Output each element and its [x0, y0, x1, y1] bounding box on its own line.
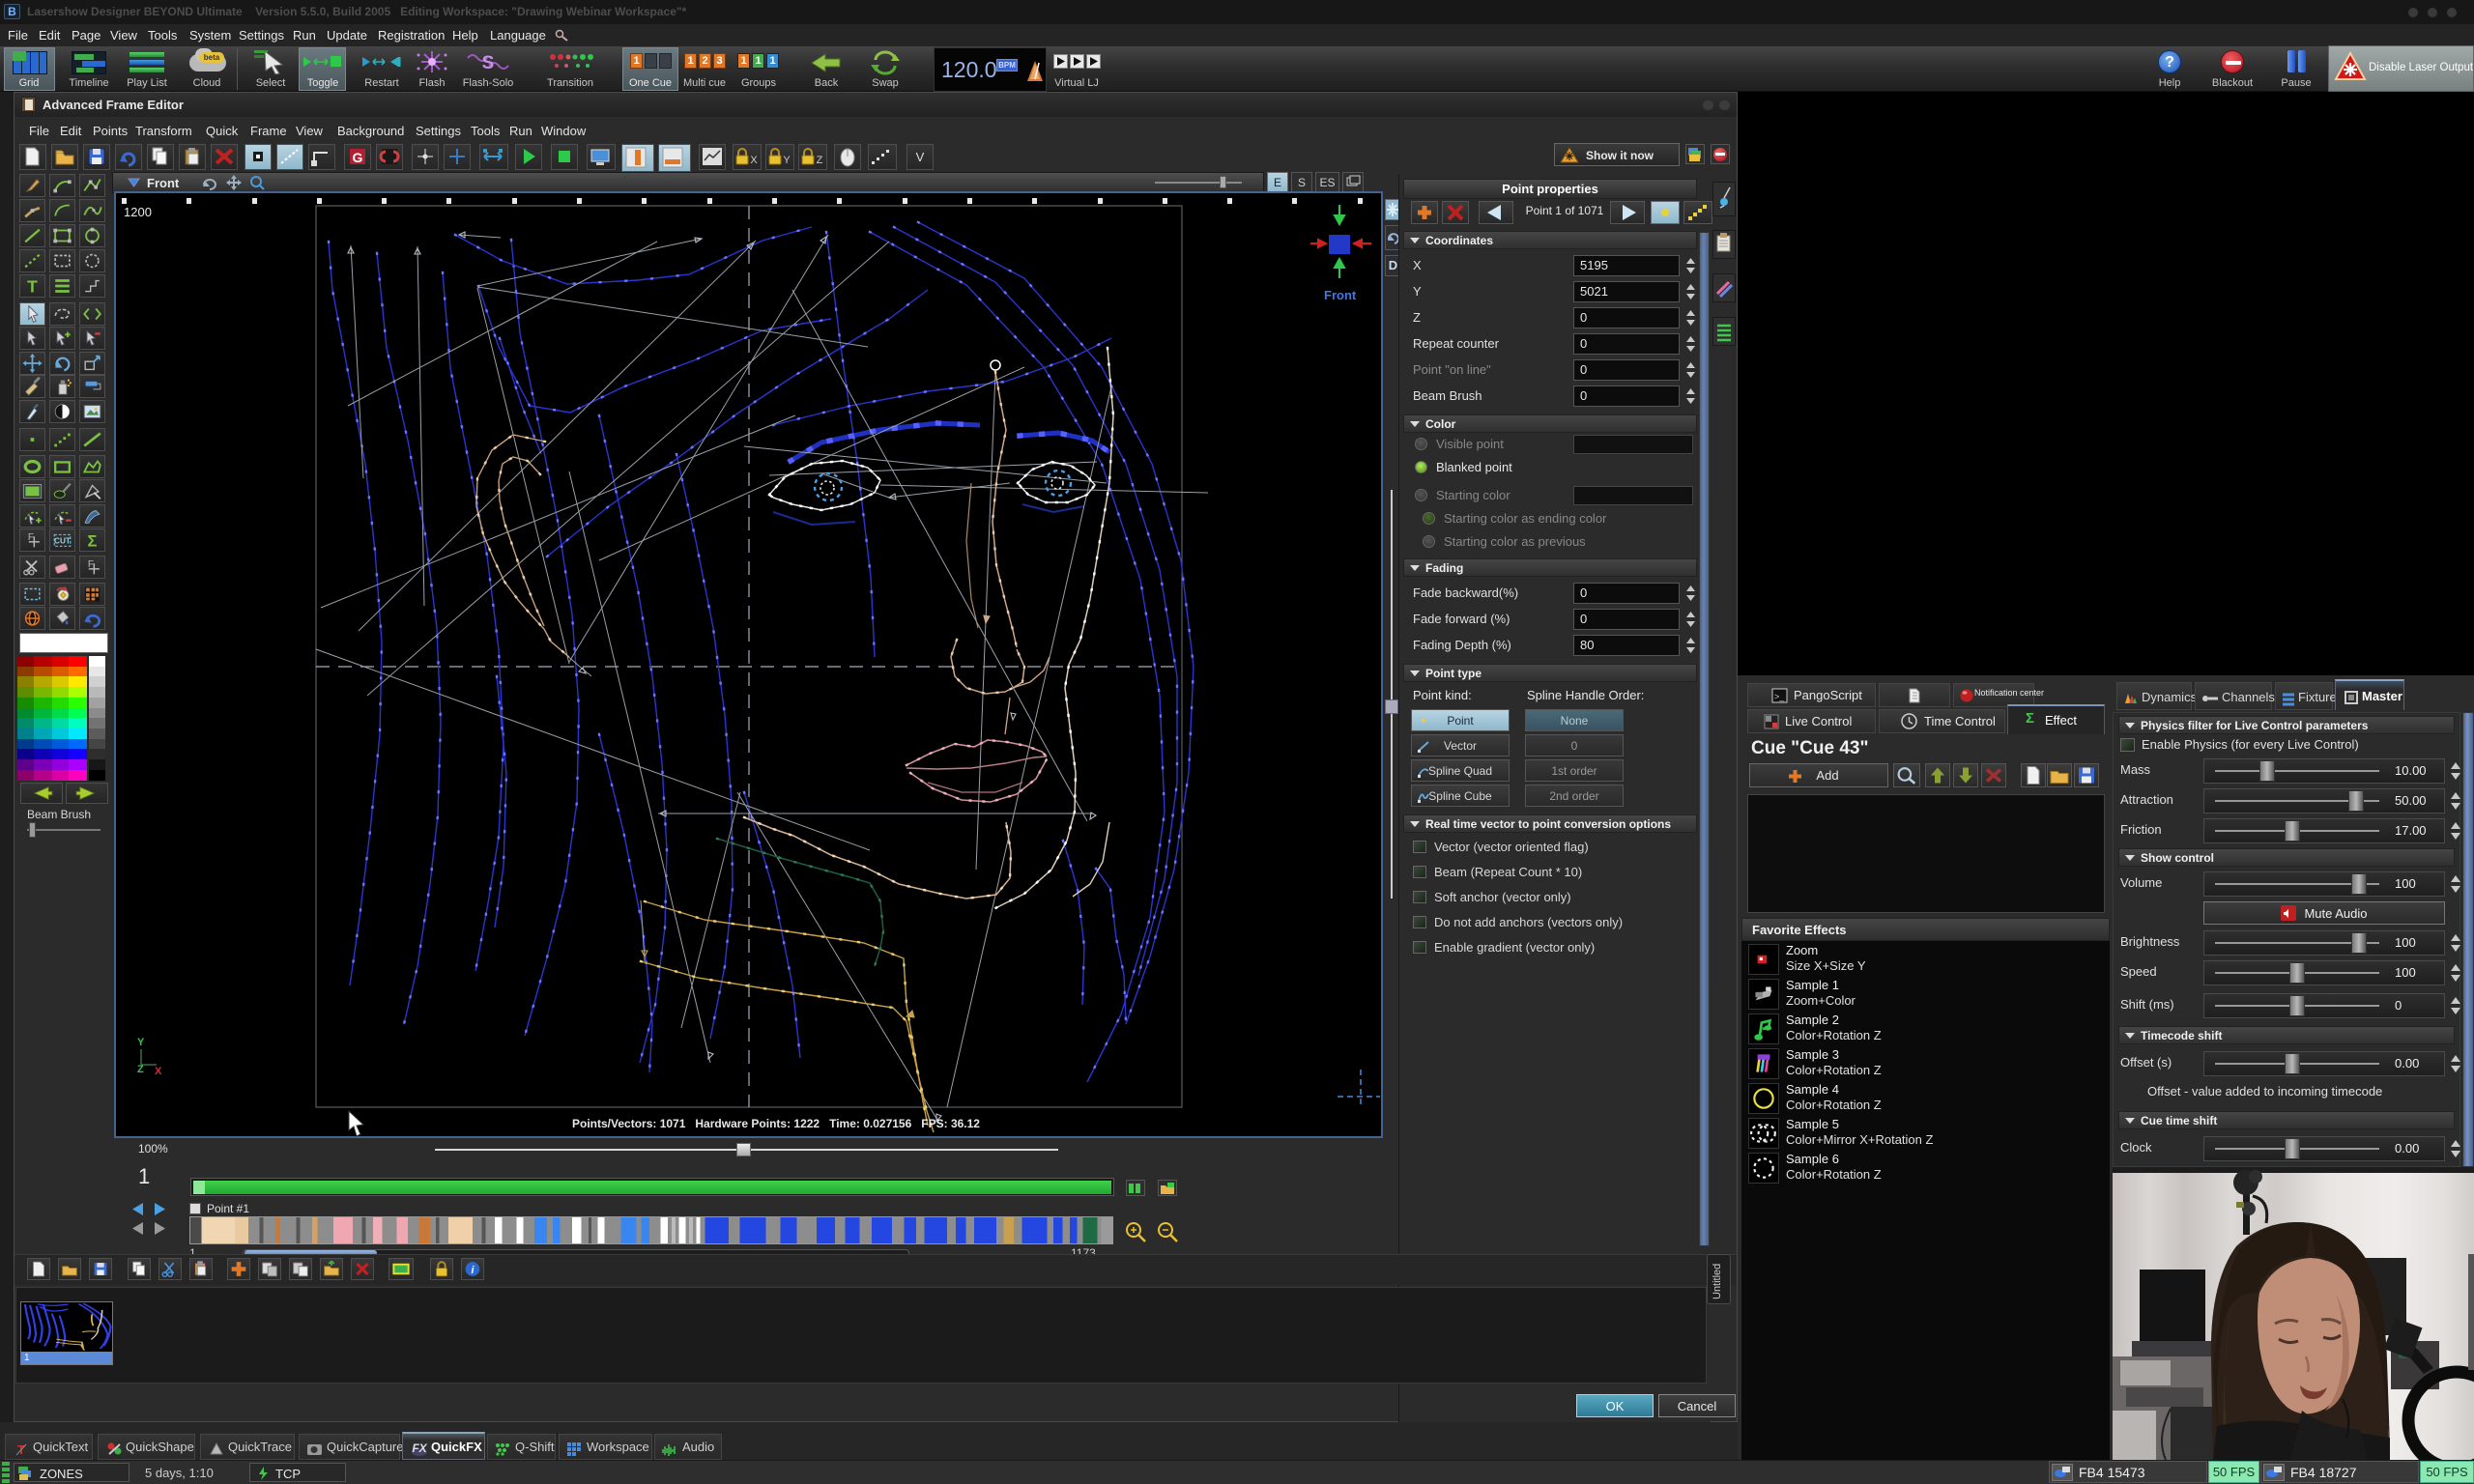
svg-text:>_: >_	[1774, 692, 1785, 701]
svg-text:Front: Front	[1324, 288, 1357, 302]
svg-text:FX: FX	[412, 1441, 427, 1455]
svg-text:Y: Y	[783, 155, 791, 166]
svg-text:T: T	[27, 276, 38, 296]
svg-text:Z: Z	[137, 1064, 144, 1075]
svg-text:G: G	[353, 150, 363, 165]
svg-text:Σ: Σ	[88, 532, 98, 550]
svg-text:X: X	[750, 155, 758, 166]
svg-text:X: X	[155, 1066, 162, 1077]
svg-text:S: S	[482, 53, 495, 73]
svg-text:V: V	[916, 150, 925, 164]
svg-text:Z: Z	[817, 155, 823, 166]
svg-text:CUT: CUT	[54, 537, 71, 546]
svg-text:1200: 1200	[124, 205, 152, 219]
svg-text:Y: Y	[137, 1037, 145, 1048]
